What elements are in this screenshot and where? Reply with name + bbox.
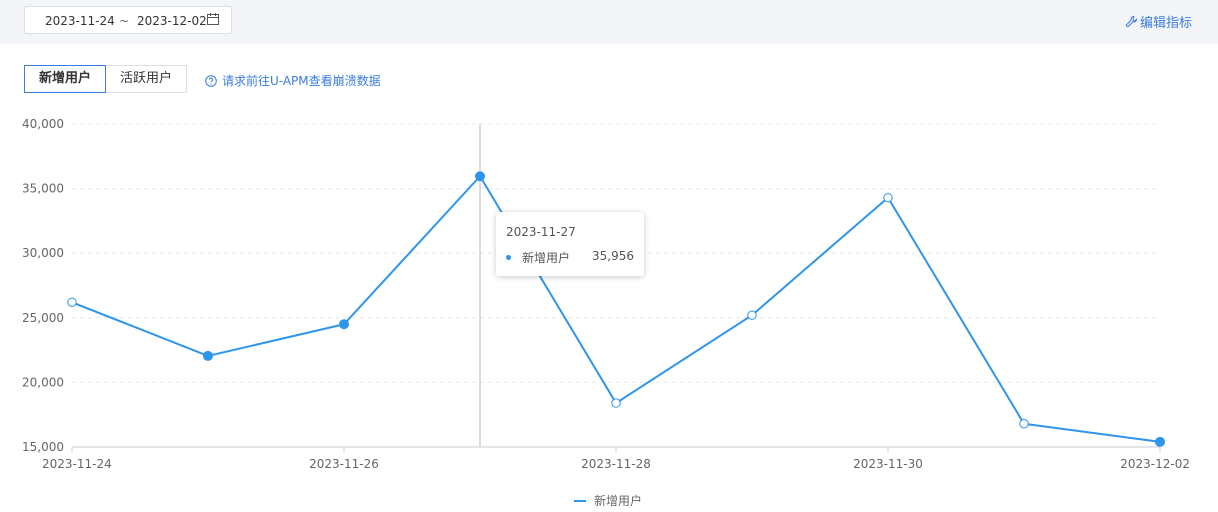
- x-tick-label: 2023-11-24: [42, 457, 112, 471]
- wrench-icon: [1125, 15, 1138, 28]
- data-point: [611, 398, 621, 408]
- data-point: [339, 319, 349, 330]
- tab-new-users[interactable]: 新增用户: [24, 65, 107, 93]
- tab-active-users[interactable]: 活跃用户: [106, 65, 188, 93]
- data-point: [1019, 419, 1029, 429]
- x-tick-label: 2023-11-26: [309, 457, 379, 471]
- apm-crash-link[interactable]: 请求前往U-APM查看崩溃数据: [205, 72, 381, 89]
- x-tick-label: 2023-12-02: [1120, 457, 1190, 471]
- y-tick-label: 40,000: [22, 117, 64, 131]
- edit-metrics-label: 编辑指标: [1139, 16, 1192, 31]
- chart-tooltip: 2023-11-27 新增用户 35,956: [496, 212, 644, 276]
- y-tick-label: 25,000: [22, 311, 64, 325]
- y-tick-label: 35,000: [22, 182, 64, 196]
- legend-swatch: [574, 499, 586, 502]
- top-toolbar: 2023-11-24 ~ 2023-12-02 编辑指标: [0, 0, 1218, 44]
- data-point: [475, 171, 485, 182]
- y-tick-label: 30,000: [22, 246, 64, 260]
- start-date[interactable]: 2023-11-24: [45, 14, 115, 28]
- data-point: [883, 192, 893, 203]
- metric-tabs: 新增用户 活跃用户: [24, 65, 188, 93]
- tooltip-series-marker: [506, 255, 511, 260]
- apm-crash-label: 请求前往U-APM查看崩溃数据: [222, 74, 381, 88]
- date-range-picker[interactable]: 2023-11-24 ~ 2023-12-02: [24, 6, 232, 34]
- tooltip-series-name: 新增用户: [522, 251, 571, 265]
- data-point: [747, 310, 757, 320]
- data-point: [67, 297, 77, 307]
- chart-legend[interactable]: 新增用户: [574, 492, 642, 509]
- y-tick-label: 15,000: [22, 440, 64, 454]
- date-separator: ~: [119, 14, 130, 28]
- tooltip-value: 35,956: [592, 249, 634, 263]
- x-tick-label: 2023-11-30: [853, 457, 923, 471]
- calendar-icon[interactable]: [207, 13, 219, 25]
- tooltip-date: 2023-11-27: [506, 225, 576, 239]
- edit-metrics-link[interactable]: 编辑指标: [1125, 12, 1192, 31]
- legend-label: 新增用户: [594, 494, 643, 508]
- data-point: [1155, 436, 1165, 447]
- data-point: [203, 350, 213, 361]
- line-chart: 15,000 20,000 25,000 30,000 35,000 40,000 2023…: [22, 117, 1190, 471]
- end-date[interactable]: 2023-12-02: [137, 14, 207, 28]
- x-tick-label: 2023-11-28: [581, 457, 651, 471]
- y-tick-label: 20,000: [22, 375, 64, 389]
- question-circle-icon: [205, 74, 217, 87]
